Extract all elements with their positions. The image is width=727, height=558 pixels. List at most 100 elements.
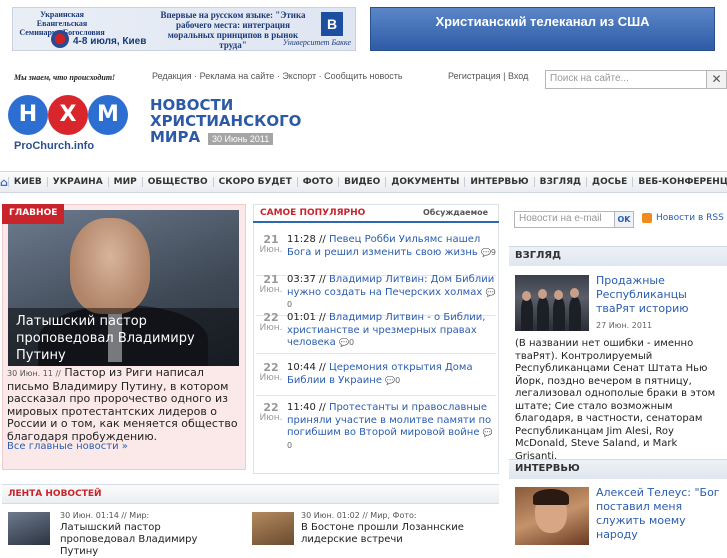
opinion-section-heading[interactable]: ВЗГЛЯД [509,246,727,266]
popular-item-comments: 0 [287,440,293,450]
nav-web-conference[interactable]: ВЕБ-КОНФЕРЕНЦИЯ [632,177,727,187]
photo-figure [569,297,581,331]
nav-kiev[interactable]: КИЕВ [7,177,47,187]
popular-item-time: 01:01 // [287,312,326,323]
main-story-photo[interactable]: Латышский пастор проповедовал Владимиру … [8,210,239,366]
nav-society[interactable]: ОБЩЕСТВО [141,177,213,187]
photo-hair [533,489,569,505]
main-story-lead: 30 Июн. 11 // Пастор из Риги написал пис… [7,366,243,443]
popular-item-comments: 9 [490,247,496,257]
popular-item-day: 22 [263,311,279,324]
popular-item-month: Июн. [259,323,283,333]
nav-link-advertising[interactable]: Реклама на сайте [200,71,275,81]
popular-item-time: 11:28 // [287,234,326,245]
opinion-body: (В названии нет ошибки - именно тваРят).… [515,338,716,462]
popular-item-time: 03:37 // [287,274,326,285]
site-date: 30 Июнь 2011 [208,133,274,145]
popular-item[interactable]: 22 Июн. 01:01 // Владимир Литвин - о Биб… [256,306,496,354]
photo-head [570,288,579,298]
tab-most-popular[interactable]: САМОЕ ПОПУЛЯРНО [260,208,365,218]
newsletter-ok-button[interactable]: OK [615,211,634,228]
comment-icon: 💬 [338,338,349,347]
auth-nav: Регистрация | Вход [448,71,528,81]
logo-letter-n: Н [8,95,48,135]
news-feed-item[interactable]: 30 Июн. 01:14 // Мир: Латышский пастор п… [60,510,210,558]
logo-domain-text: ProChurch.info [14,140,95,152]
register-link[interactable]: Регистрация [448,71,501,81]
main-nav: ⌂ КИЕВ УКРАИНА МИР ОБЩЕСТВО СКОРО БУДЕТ … [0,171,727,193]
nav-link-report-news[interactable]: Сообщить новость [324,71,402,81]
popular-item[interactable]: 22 Июн. 10:44 // Церемония открытия Дома… [256,356,496,396]
popular-item-day: 22 [263,361,279,374]
popular-item-day: 21 [263,233,279,246]
seminary-banner[interactable]: Украинская Евангельская Семинария Богосл… [12,7,356,51]
news-feed-title[interactable]: Латышский пастор проповедовал Владимиру … [60,522,210,558]
newsletter-email-input[interactable]: Новости на e-mail [514,211,615,228]
photo-figure [521,297,533,331]
banner-date: 4-8 июля, Киев [73,36,147,47]
popular-item[interactable]: 22 Июн. 11:40 // Протестанты и православ… [256,396,496,452]
photo-figure [553,297,565,331]
photo-head [554,290,563,300]
login-link[interactable]: Вход [508,71,528,81]
news-feed-heading[interactable]: ЛЕНТА НОВОСТЕЙ [2,484,499,504]
opinion-photo[interactable] [515,275,589,331]
interview-title[interactable]: Алексей Телеус: "Бог поставил меня служи… [596,486,724,542]
popular-item-time: 11:40 // [287,402,326,413]
popular-item-month: Июн. [259,245,283,255]
popular-item-comments: 0 [395,375,401,385]
comment-icon: 💬 [480,247,491,257]
logo-letter-x: Х [48,95,88,135]
comment-icon: 💬 [385,375,396,385]
nav-link-editorial[interactable]: Редакция [152,71,192,81]
popular-item-day: 21 [263,273,279,286]
comment-icon: 💬 [482,428,493,437]
site-search-input[interactable]: Поиск на сайте... [545,70,707,89]
nav-dossier[interactable]: ДОСЬЕ [586,177,632,187]
nav-interview[interactable]: ИНТЕРВЬЮ [464,177,533,187]
nav-world[interactable]: МИР [107,177,142,187]
photo-head [538,289,547,299]
rss-icon[interactable] [642,213,652,223]
popular-item-month: Июн. [259,285,283,295]
home-icon[interactable]: ⌂ [0,176,8,189]
main-story-date: 30 Июн. 11 // [7,369,61,378]
popular-item-day: 22 [263,401,279,414]
interview-photo[interactable] [515,487,589,545]
nav-link-export[interactable]: Экспорт [282,71,316,81]
all-main-news-link[interactable]: Все главные новости » [7,441,128,452]
tab-discussed[interactable]: Обсуждаемое [423,208,488,217]
news-feed-thumbnail[interactable] [252,512,294,545]
main-story-caption[interactable]: Латышский пастор проповедовал Владимиру … [8,308,239,366]
auth-separator: | [503,71,506,81]
tv-channel-banner[interactable]: Христианский телеканал из США [370,7,715,51]
popular-item-time: 10:44 // [287,362,326,373]
interview-section-heading[interactable]: ИНТЕРВЬЮ [509,459,727,479]
popular-item-month: Июн. [259,373,283,383]
main-story-tag: ГЛАВНОЕ [2,204,65,224]
popular-item-comments: 0 [348,338,355,347]
news-feed-item[interactable]: 30 Июн. 01:02 // Мир, Фото: В Бостоне пр… [301,510,486,546]
search-close-icon[interactable]: ✕ [707,70,727,89]
nav-documents[interactable]: ДОКУМЕНТЫ [385,177,464,187]
nav-video[interactable]: ВИДЕО [338,177,385,187]
nav-coming-soon[interactable]: СКОРО БУДЕТ [212,177,297,187]
logo-letter-m: М [88,95,128,135]
news-feed-title[interactable]: В Бостоне прошли Лозаннские лидерские вс… [301,522,486,546]
comment-icon: 💬 [485,287,496,297]
seminary-seal-icon [51,30,69,48]
nav-photo[interactable]: ФОТО [296,177,338,187]
photo-figure-face [70,218,150,314]
banner-university: Университет Бакке [282,38,351,47]
photo-head [522,291,531,301]
opinion-title[interactable]: Продажные Республиканцы тваРят историю [596,274,716,316]
rss-link[interactable]: Новости в RSS [656,213,724,223]
news-feed-meta: 30 Июн. 01:02 // Мир, Фото: [301,511,417,520]
nav-ukraine[interactable]: УКРАИНА [46,177,108,187]
top-nav: Редакция · Реклама на сайте · Экспорт · … [152,71,403,81]
news-feed-thumbnail[interactable] [8,512,50,545]
nav-opinion[interactable]: ВЗГЛЯД [533,177,586,187]
site-slogan: Мы знаем, что происходит! [14,73,116,82]
bakke-logo-icon: B [321,12,343,36]
popular-item-month: Июн. [259,413,283,423]
